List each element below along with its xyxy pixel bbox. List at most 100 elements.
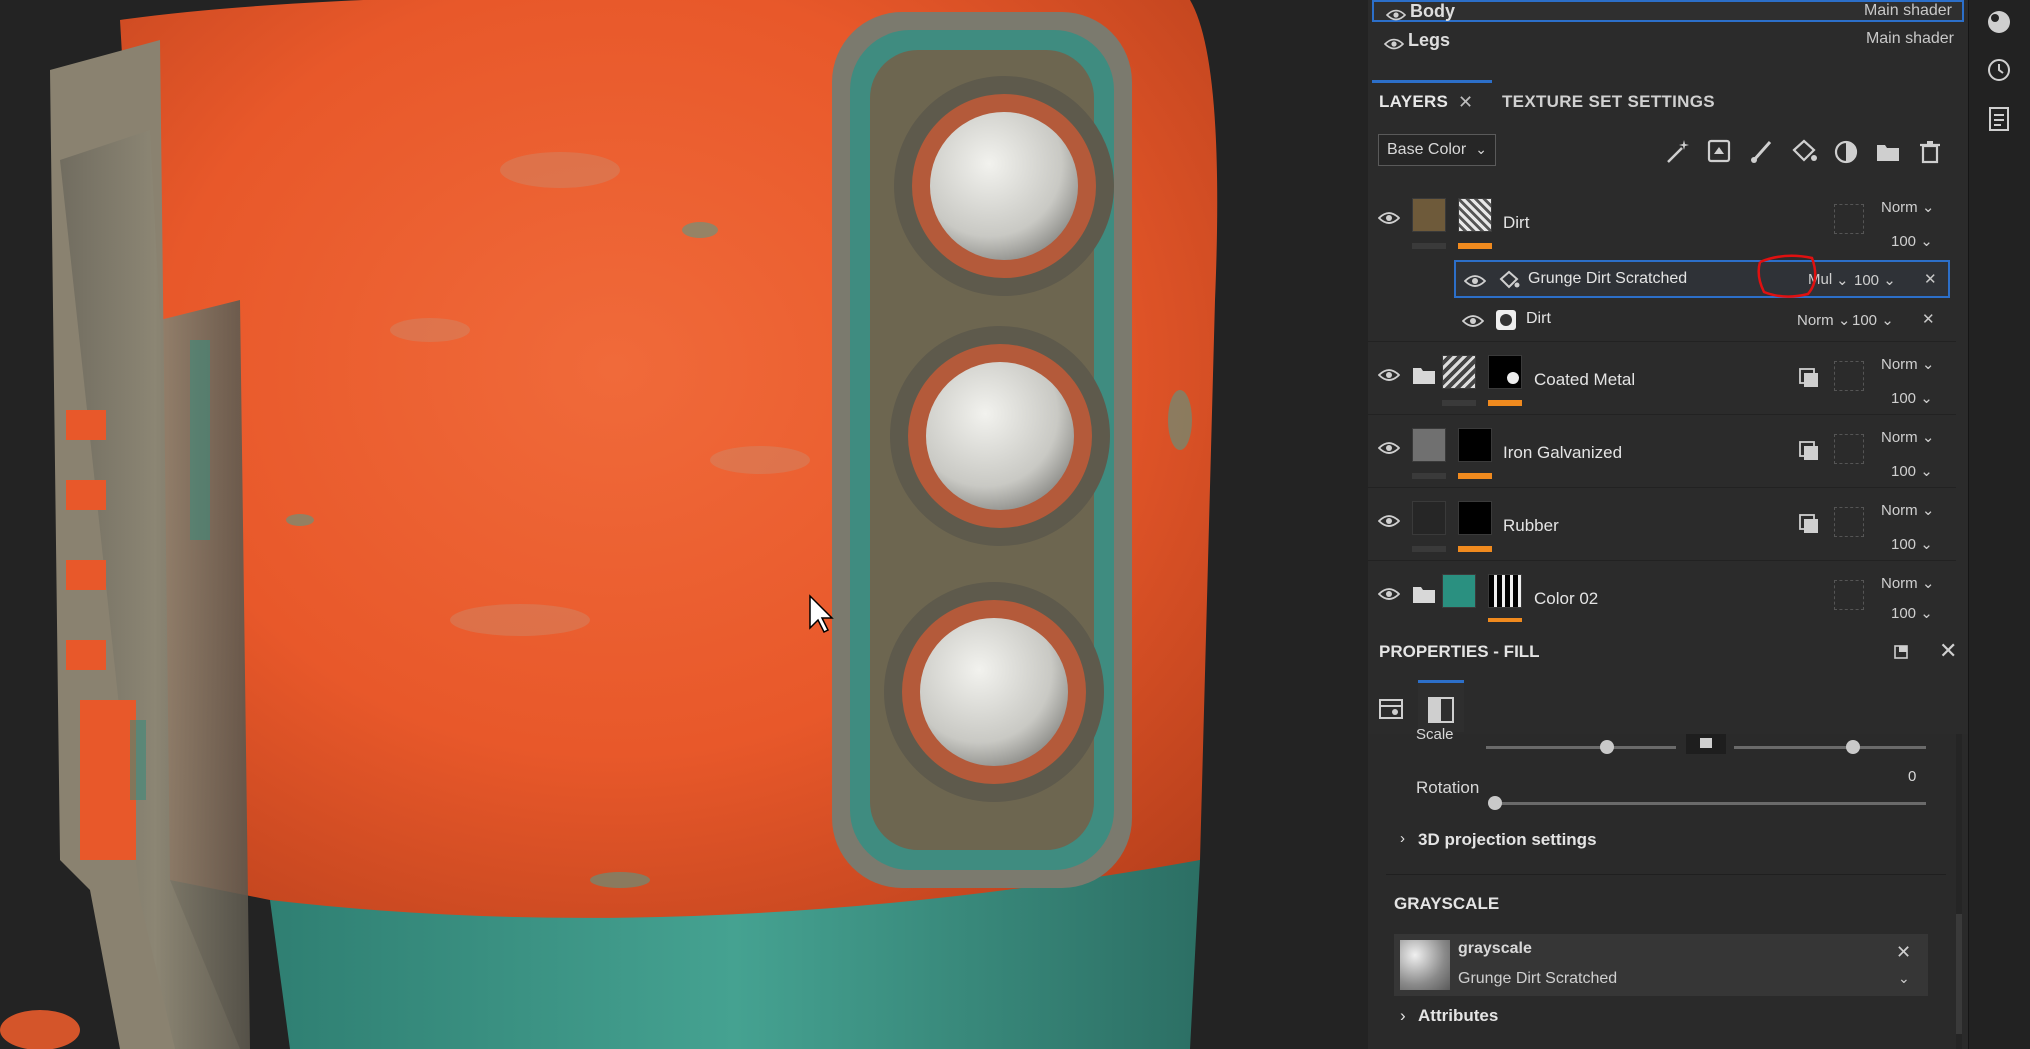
- chevron-right-icon[interactable]: ›: [1400, 1006, 1406, 1026]
- 3d-viewport[interactable]: [0, 0, 1368, 1049]
- blend-mode[interactable]: Norm ⌄: [1881, 198, 1934, 216]
- texture-set-shader[interactable]: Main shader: [1864, 2, 1952, 20]
- scale-slider-track-2[interactable]: [1734, 746, 1926, 749]
- folder-icon[interactable]: [1412, 584, 1436, 609]
- instance-icon[interactable]: [1798, 513, 1820, 535]
- projection-settings-toggle[interactable]: 3D projection settings: [1418, 830, 1597, 850]
- folder-icon[interactable]: [1412, 365, 1436, 390]
- layer-opacity[interactable]: 100 ⌄: [1891, 389, 1933, 407]
- layer-slot[interactable]: [1834, 434, 1864, 464]
- blend-mode[interactable]: Norm ⌄: [1881, 574, 1934, 592]
- layer-opacity[interactable]: 100 ⌄: [1891, 604, 1933, 622]
- close-icon[interactable]: ✕: [1922, 310, 1935, 328]
- layer-item[interactable]: Iron Galvanized Norm ⌄ 100 ⌄: [1368, 416, 1956, 488]
- channel-value: Base Color: [1387, 141, 1467, 158]
- eye-icon[interactable]: [1385, 6, 1407, 26]
- chevron-down-icon[interactable]: ⌄: [1898, 970, 1910, 987]
- paint-brush-icon[interactable]: [1748, 138, 1776, 166]
- layer-opacity[interactable]: 100 ⌄: [1891, 535, 1933, 553]
- layer-mask-thumbnail[interactable]: [1458, 501, 1492, 535]
- layer-mask-thumbnail[interactable]: [1458, 198, 1492, 232]
- settings-tab-icon[interactable]: [1378, 696, 1404, 727]
- layer-thumbnail[interactable]: [1442, 355, 1476, 389]
- blend-mode[interactable]: Norm ⌄: [1797, 311, 1850, 329]
- channel-dropdown[interactable]: Base Color ⌄: [1378, 134, 1496, 166]
- layer-opacity[interactable]: 100 ⌄: [1891, 462, 1933, 480]
- texture-set-body[interactable]: Body Main shader: [1372, 0, 1964, 22]
- blend-mode[interactable]: Norm ⌄: [1881, 428, 1934, 446]
- chevron-down-icon[interactable]: ⌄: [1836, 271, 1849, 289]
- eye-icon[interactable]: [1377, 210, 1401, 230]
- layer-item[interactable]: Color 02 Norm ⌄ 100 ⌄: [1368, 562, 1956, 622]
- close-icon[interactable]: ✕: [1939, 638, 1957, 664]
- magic-wand-icon[interactable]: [1664, 138, 1692, 166]
- layer-toolbar: Base Color ⌄: [1368, 134, 1968, 172]
- rotation-label: Rotation: [1416, 778, 1480, 797]
- instance-icon[interactable]: [1798, 440, 1820, 462]
- fill-bucket-icon[interactable]: [1790, 138, 1818, 166]
- eye-icon[interactable]: [1377, 367, 1401, 387]
- eye-icon[interactable]: [1377, 586, 1401, 606]
- layer-slot[interactable]: [1834, 204, 1864, 234]
- layer-mask-thumbnail[interactable]: [1488, 355, 1522, 389]
- scrollbar[interactable]: [1956, 734, 1962, 1049]
- rotation-slider-handle[interactable]: [1488, 796, 1502, 810]
- close-icon[interactable]: ✕: [1924, 270, 1937, 288]
- attributes-toggle[interactable]: Attributes: [1418, 1006, 1498, 1026]
- layer-mask-thumbnail[interactable]: [1458, 428, 1492, 462]
- scale-label: Scale: [1416, 726, 1454, 743]
- effect-opacity[interactable]: 100 ⌄: [1854, 271, 1896, 289]
- scale-slider-track[interactable]: [1486, 746, 1676, 749]
- history-icon[interactable]: [1985, 56, 2013, 84]
- layer-stack: Dirt Norm ⌄ 100 ⌄ Grunge Dirt Scratched …: [1368, 186, 1968, 622]
- chevron-right-icon[interactable]: ›: [1400, 830, 1405, 847]
- log-icon[interactable]: [1985, 104, 2013, 132]
- eye-icon[interactable]: [1377, 440, 1401, 460]
- layer-color-thumbnail[interactable]: [1412, 428, 1446, 462]
- blend-mode[interactable]: Norm ⌄: [1881, 355, 1934, 373]
- rotation-value[interactable]: 0: [1908, 768, 1916, 785]
- tab-material[interactable]: [1418, 680, 1464, 732]
- scale-slider-handle-2[interactable]: [1846, 740, 1860, 754]
- folder-icon[interactable]: [1874, 138, 1902, 166]
- scale-lock-icon[interactable]: [1686, 734, 1726, 754]
- effect-row-selected[interactable]: Grunge Dirt Scratched Mul ⌄ 100 ⌄ ✕: [1454, 254, 1950, 298]
- shader-settings-icon[interactable]: [1985, 8, 2013, 36]
- eye-icon[interactable]: [1377, 513, 1401, 533]
- texture-set-legs[interactable]: Legs Main shader: [1372, 28, 1964, 54]
- eye-icon[interactable]: [1463, 273, 1487, 293]
- scale-slider-handle[interactable]: [1600, 740, 1614, 754]
- layer-item[interactable]: Dirt Norm ⌄ 100 ⌄ Grunge Dirt Scratched …: [1368, 186, 1956, 342]
- effects-icon[interactable]: [1832, 138, 1860, 166]
- eye-icon[interactable]: [1461, 313, 1485, 333]
- trash-icon[interactable]: [1916, 138, 1944, 166]
- layer-opacity[interactable]: 100 ⌄: [1891, 232, 1933, 250]
- layer-color-bar: [1412, 473, 1446, 479]
- layer-item[interactable]: Coated Metal Norm ⌄ 100 ⌄: [1368, 343, 1956, 415]
- layer-slot[interactable]: [1834, 580, 1864, 610]
- effect-opacity[interactable]: 100 ⌄: [1852, 311, 1894, 329]
- eye-icon[interactable]: [1383, 35, 1405, 55]
- layer-slot[interactable]: [1834, 507, 1864, 537]
- tab-texture-set-settings[interactable]: TEXTURE SET SETTINGS: [1502, 92, 1715, 112]
- effect-name: Dirt: [1526, 310, 1551, 327]
- texture-set-shader[interactable]: Main shader: [1866, 30, 1954, 48]
- layer-color-thumbnail[interactable]: [1442, 574, 1476, 608]
- effect-row[interactable]: Dirt Norm ⌄ 100 ⌄ ✕: [1454, 300, 1950, 340]
- layer-slot[interactable]: [1834, 361, 1864, 391]
- grayscale-resource-card[interactable]: grayscale Grunge Dirt Scratched ✕ ⌄: [1394, 934, 1928, 996]
- tab-layers[interactable]: LAYERS: [1379, 92, 1448, 112]
- instance-icon[interactable]: [1798, 367, 1820, 389]
- close-icon[interactable]: ✕: [1896, 942, 1911, 963]
- blend-mode[interactable]: Norm ⌄: [1881, 501, 1934, 519]
- layer-item[interactable]: Rubber Norm ⌄ 100 ⌄: [1368, 489, 1956, 561]
- grayscale-section-title: GRAYSCALE: [1394, 894, 1500, 913]
- add-fill-layer-icon[interactable]: [1706, 138, 1734, 166]
- rotation-slider-track[interactable]: [1494, 802, 1926, 805]
- layer-mask-thumbnail[interactable]: [1488, 574, 1522, 608]
- chevron-down-icon: ⌄: [1475, 141, 1487, 157]
- close-icon[interactable]: ✕: [1458, 92, 1473, 113]
- layer-color-thumbnail[interactable]: [1412, 198, 1446, 232]
- layer-color-thumbnail[interactable]: [1412, 501, 1446, 535]
- popout-icon[interactable]: [1893, 644, 1909, 660]
